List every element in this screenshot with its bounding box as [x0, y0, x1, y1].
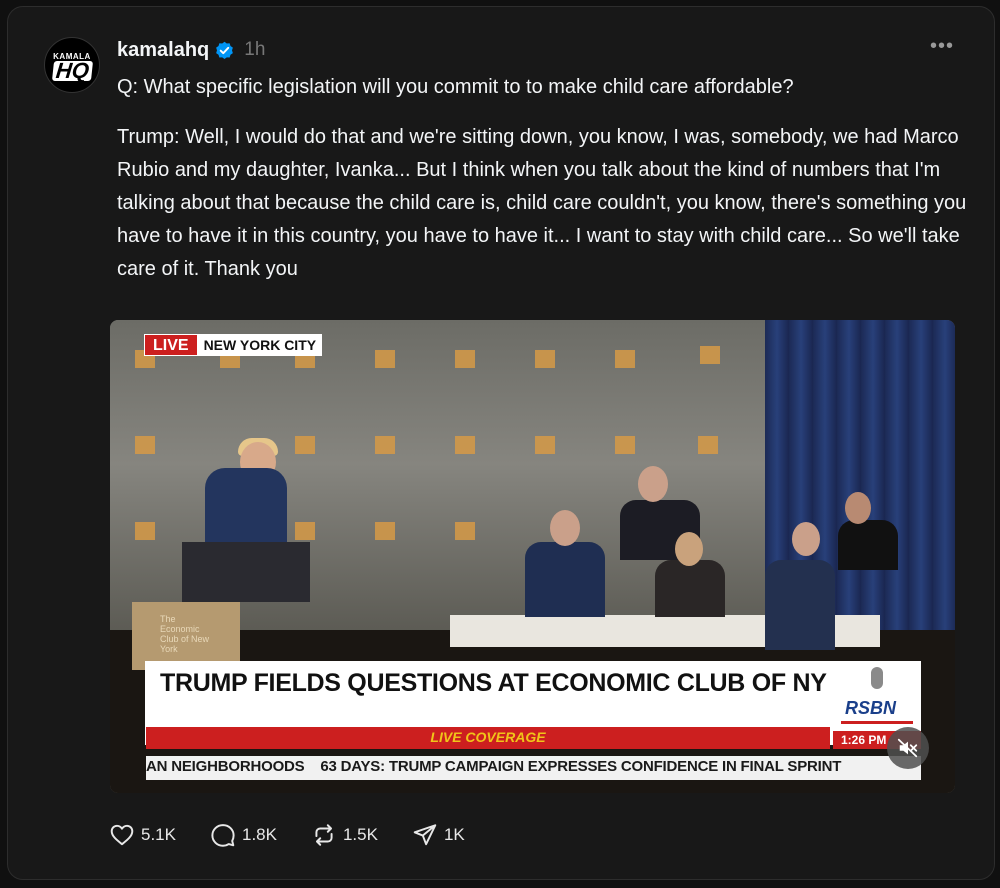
- post-actions: 5.1K 1.8K 1.5K 1K: [109, 820, 499, 850]
- share-count: 1K: [443, 825, 465, 844]
- broadcast-clock-text: 1:26 PM: [841, 733, 887, 747]
- backdrop-logo: [615, 350, 635, 368]
- backdrop-logo: [455, 522, 475, 540]
- backdrop-logo: [375, 522, 395, 540]
- location-label: NEW YORK CITY: [197, 334, 323, 356]
- live-location-tag: LIVE NEW YORK CITY: [144, 334, 323, 356]
- comment-count: 1.8K: [241, 825, 277, 844]
- speaker: [205, 468, 287, 543]
- repost-icon: [315, 824, 333, 846]
- backdrop-logo: [375, 436, 395, 454]
- backdrop-logo: [375, 350, 395, 368]
- backdrop-logo: [615, 436, 635, 454]
- live-coverage-bar: LIVE COVERAGE: [146, 727, 830, 749]
- post-time: 1h: [244, 39, 266, 60]
- mute-toggle-button[interactable]: [887, 727, 929, 769]
- panelist-head: [550, 510, 580, 546]
- backdrop-logo: [135, 436, 155, 454]
- panelist-head: [792, 522, 820, 556]
- post-answer-text: Trump: Well, I would do that and we're s…: [117, 126, 967, 280]
- panelist: [765, 560, 835, 650]
- comment-button[interactable]: 1.8K: [210, 822, 277, 848]
- verified-badge-icon: [215, 41, 234, 60]
- backdrop-logo: [455, 350, 475, 368]
- live-label: LIVE: [144, 334, 198, 356]
- microphone-icon: [871, 667, 883, 689]
- backdrop-logo: [698, 436, 718, 454]
- panelist-head: [675, 532, 703, 566]
- video-player[interactable]: The Economic Club of New York LIVE NEW Y…: [110, 320, 955, 793]
- username[interactable]: kamalahq: [117, 39, 209, 62]
- panelist: [838, 520, 898, 570]
- panelist-head: [845, 492, 871, 524]
- speaker-muted-icon: [897, 738, 918, 758]
- podium-sign-text: The Economic Club of New York: [160, 614, 210, 654]
- network-logo-stripe: [841, 721, 913, 724]
- more-options-icon[interactable]: •••: [930, 35, 954, 58]
- live-coverage-label: LIVE COVERAGE: [430, 729, 546, 745]
- podium: [182, 542, 310, 602]
- network-name: RSBN: [845, 698, 897, 718]
- backdrop-logo: [535, 350, 555, 368]
- backdrop-logo: [455, 436, 475, 454]
- video-headline: TRUMP FIELDS QUESTIONS AT ECONOMIC CLUB …: [160, 669, 827, 697]
- avatar-main-text: HQ: [51, 58, 93, 83]
- ticker-text: AN NEIGHBORHOODS 63 DAYS: TRUMP CAMPAIGN…: [146, 758, 842, 775]
- backdrop-logo: [295, 436, 315, 454]
- repost-button[interactable]: 1.5K: [311, 822, 378, 848]
- backdrop-logo: [535, 436, 555, 454]
- backdrop-logo: [135, 522, 155, 540]
- panelist-head: [638, 466, 668, 502]
- post-question-text: Q: What specific legislation will you co…: [117, 76, 794, 98]
- send-icon: [413, 824, 437, 846]
- repost-count: 1.5K: [342, 825, 378, 844]
- comment-icon: [211, 824, 235, 847]
- like-button[interactable]: 5.1K: [109, 822, 176, 848]
- backdrop-logo: [295, 522, 315, 540]
- share-button[interactable]: 1K: [412, 822, 465, 848]
- panelist: [525, 542, 605, 617]
- panelist: [655, 560, 725, 617]
- post-header: kamalahq 1h: [117, 37, 265, 63]
- news-ticker: AN NEIGHBORHOODS 63 DAYS: TRUMP CAMPAIGN…: [146, 756, 921, 780]
- backdrop-logo: [700, 346, 720, 364]
- podium-sign: The Economic Club of New York: [132, 602, 240, 670]
- like-count: 5.1K: [141, 825, 176, 844]
- avatar[interactable]: KAMALA HQ: [44, 37, 100, 93]
- heart-icon: [110, 824, 134, 846]
